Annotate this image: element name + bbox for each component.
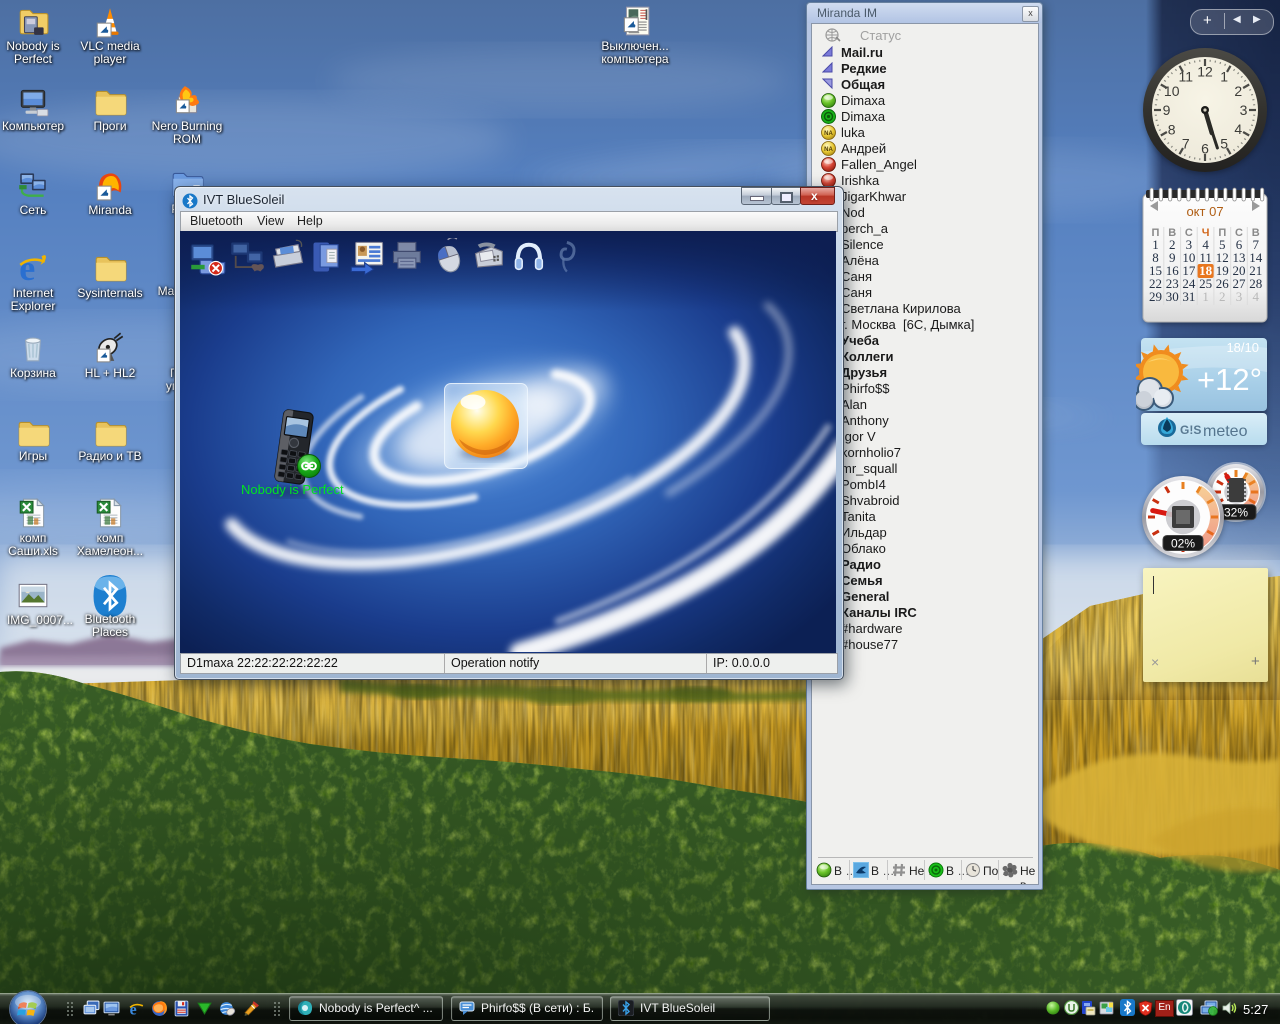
svg-text:NA: NA	[824, 147, 833, 153]
svg-text:10: 10	[1164, 83, 1180, 99]
svg-text:1: 1	[1220, 69, 1228, 85]
svg-text:18/10: 18/10	[1226, 340, 1259, 355]
svg-text:4: 4	[1252, 289, 1259, 304]
svg-text:9: 9	[1163, 102, 1171, 118]
svg-text:8: 8	[1168, 121, 1176, 137]
svg-text:NA: NA	[824, 131, 833, 137]
svg-text:11: 11	[1179, 69, 1194, 85]
svg-text:окт 07: окт 07	[1186, 204, 1223, 219]
svg-text:2: 2	[1234, 83, 1242, 99]
svg-text:5: 5	[1220, 135, 1228, 151]
svg-text:e: e	[19, 250, 35, 284]
svg-text:3: 3	[1240, 102, 1248, 118]
svg-text:4: 4	[1234, 121, 1242, 137]
svg-text:32%: 32%	[1224, 506, 1248, 520]
svg-text:29: 29	[1149, 289, 1162, 304]
svg-text:6: 6	[1201, 141, 1209, 157]
svg-text:02%: 02%	[1171, 536, 1195, 550]
svg-text:3: 3	[1236, 289, 1243, 304]
svg-text:G!S: G!S	[1180, 423, 1201, 437]
svg-text:meteo: meteo	[1203, 423, 1248, 440]
svg-text:2: 2	[1219, 289, 1226, 304]
svg-text:e: e	[130, 1001, 137, 1017]
svg-text:+12°: +12°	[1197, 362, 1262, 397]
svg-text:12: 12	[1197, 64, 1213, 80]
svg-text:7: 7	[1182, 135, 1190, 151]
svg-text:31: 31	[1182, 289, 1195, 304]
svg-text:30: 30	[1166, 289, 1179, 304]
svg-text:1: 1	[1202, 289, 1209, 304]
